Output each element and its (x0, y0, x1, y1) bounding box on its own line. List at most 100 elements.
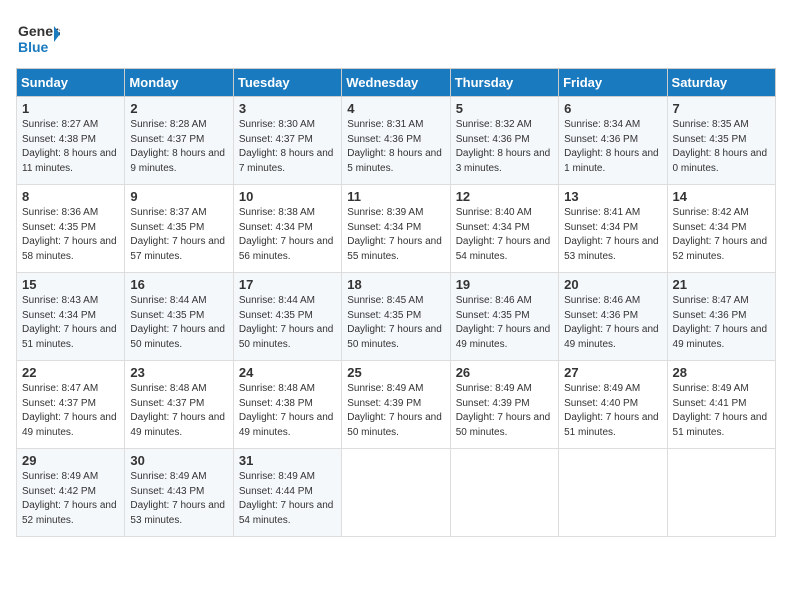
col-header-monday: Monday (125, 69, 233, 97)
cell-data: Sunrise: 8:44 AM Sunset: 4:35 PM Dayligh… (239, 294, 336, 352)
calendar-cell: 3 Sunrise: 8:30 AM Sunset: 4:37 PM Daylig… (233, 97, 341, 185)
cell-data: Sunrise: 8:30 AM Sunset: 4:37 PM Dayligh… (239, 118, 336, 176)
cell-data: Sunrise: 8:49 AM Sunset: 4:44 PM Dayligh… (239, 470, 336, 528)
calendar-cell: 1 Sunrise: 8:27 AM Sunset: 4:38 PM Daylig… (17, 97, 125, 185)
calendar-cell: 7 Sunrise: 8:35 AM Sunset: 4:35 PM Daylig… (667, 97, 775, 185)
cell-data: Sunrise: 8:37 AM Sunset: 4:35 PM Dayligh… (130, 206, 227, 264)
cell-data: Sunrise: 8:34 AM Sunset: 4:36 PM Dayligh… (564, 118, 661, 176)
col-header-thursday: Thursday (450, 69, 558, 97)
calendar-cell: 2 Sunrise: 8:28 AM Sunset: 4:37 PM Daylig… (125, 97, 233, 185)
col-header-tuesday: Tuesday (233, 69, 341, 97)
cell-data: Sunrise: 8:49 AM Sunset: 4:39 PM Dayligh… (456, 382, 553, 440)
cell-data: Sunrise: 8:45 AM Sunset: 4:35 PM Dayligh… (347, 294, 444, 352)
col-header-friday: Friday (559, 69, 667, 97)
cell-data: Sunrise: 8:43 AM Sunset: 4:34 PM Dayligh… (22, 294, 119, 352)
svg-text:Blue: Blue (18, 39, 49, 55)
day-number: 7 (673, 101, 770, 116)
cell-data: Sunrise: 8:46 AM Sunset: 4:36 PM Dayligh… (564, 294, 661, 352)
day-number: 16 (130, 277, 227, 292)
calendar-cell (342, 449, 450, 537)
day-number: 22 (22, 365, 119, 380)
cell-data: Sunrise: 8:28 AM Sunset: 4:37 PM Dayligh… (130, 118, 227, 176)
svg-text:General: General (18, 23, 60, 39)
day-number: 12 (456, 189, 553, 204)
cell-data: Sunrise: 8:41 AM Sunset: 4:34 PM Dayligh… (564, 206, 661, 264)
day-number: 4 (347, 101, 444, 116)
calendar-cell: 9 Sunrise: 8:37 AM Sunset: 4:35 PM Daylig… (125, 185, 233, 273)
logo: General Blue (16, 16, 60, 60)
day-number: 26 (456, 365, 553, 380)
cell-data: Sunrise: 8:48 AM Sunset: 4:37 PM Dayligh… (130, 382, 227, 440)
cell-data: Sunrise: 8:38 AM Sunset: 4:34 PM Dayligh… (239, 206, 336, 264)
day-number: 6 (564, 101, 661, 116)
calendar-cell: 20 Sunrise: 8:46 AM Sunset: 4:36 PM Dayli… (559, 273, 667, 361)
day-number: 28 (673, 365, 770, 380)
calendar-cell: 5 Sunrise: 8:32 AM Sunset: 4:36 PM Daylig… (450, 97, 558, 185)
calendar-cell: 21Sunrise: 8:47 AM Sunset: 4:36 PM Dayli… (667, 273, 775, 361)
day-number: 31 (239, 453, 336, 468)
cell-data: Sunrise: 8:35 AM Sunset: 4:35 PM Dayligh… (673, 118, 770, 176)
day-number: 3 (239, 101, 336, 116)
day-number: 10 (239, 189, 336, 204)
day-number: 15 (22, 277, 119, 292)
cell-data: Sunrise: 8:42 AM Sunset: 4:34 PM Dayligh… (673, 206, 770, 264)
day-number: 8 (22, 189, 119, 204)
cell-data: Sunrise: 8:49 AM Sunset: 4:40 PM Dayligh… (564, 382, 661, 440)
calendar-cell: 27 Sunrise: 8:49 AM Sunset: 4:40 PM Dayli… (559, 361, 667, 449)
day-number: 13 (564, 189, 661, 204)
col-header-saturday: Saturday (667, 69, 775, 97)
day-number: 5 (456, 101, 553, 116)
calendar-cell: 14 Sunrise: 8:42 AM Sunset: 4:34 PM Dayli… (667, 185, 775, 273)
calendar-cell: 26 Sunrise: 8:49 AM Sunset: 4:39 PM Dayli… (450, 361, 558, 449)
cell-data: Sunrise: 8:39 AM Sunset: 4:34 PM Dayligh… (347, 206, 444, 264)
page-header: General Blue (16, 16, 776, 60)
cell-data: Sunrise: 8:48 AM Sunset: 4:38 PM Dayligh… (239, 382, 336, 440)
calendar-cell: 6 Sunrise: 8:34 AM Sunset: 4:36 PM Daylig… (559, 97, 667, 185)
cell-data: Sunrise: 8:47 AM Sunset: 4:37 PM Dayligh… (22, 382, 119, 440)
col-header-sunday: Sunday (17, 69, 125, 97)
day-number: 25 (347, 365, 444, 380)
cell-data: Sunrise: 8:40 AM Sunset: 4:34 PM Dayligh… (456, 206, 553, 264)
calendar-cell: 17 Sunrise: 8:44 AM Sunset: 4:35 PM Dayli… (233, 273, 341, 361)
calendar-cell: 18 Sunrise: 8:45 AM Sunset: 4:35 PM Dayli… (342, 273, 450, 361)
calendar-cell: 24Sunrise: 8:48 AM Sunset: 4:38 PM Dayli… (233, 361, 341, 449)
cell-data: Sunrise: 8:36 AM Sunset: 4:35 PM Dayligh… (22, 206, 119, 264)
calendar-cell (559, 449, 667, 537)
day-number: 30 (130, 453, 227, 468)
calendar-table: SundayMondayTuesdayWednesdayThursdayFrid… (16, 68, 776, 537)
day-number: 1 (22, 101, 119, 116)
calendar-cell: 11 Sunrise: 8:39 AM Sunset: 4:34 PM Dayli… (342, 185, 450, 273)
calendar-cell: 22 Sunrise: 8:47 AM Sunset: 4:37 PM Dayli… (17, 361, 125, 449)
cell-data: Sunrise: 8:49 AM Sunset: 4:39 PM Dayligh… (347, 382, 444, 440)
calendar-cell (667, 449, 775, 537)
calendar-cell: 13 Sunrise: 8:41 AM Sunset: 4:34 PM Dayli… (559, 185, 667, 273)
cell-data: Sunrise: 8:49 AM Sunset: 4:42 PM Dayligh… (22, 470, 119, 528)
day-number: 17 (239, 277, 336, 292)
day-number: 2 (130, 101, 227, 116)
cell-data: Sunrise: 8:31 AM Sunset: 4:36 PM Dayligh… (347, 118, 444, 176)
calendar-cell: 31 Sunrise: 8:49 AM Sunset: 4:44 PM Dayli… (233, 449, 341, 537)
cell-data: Sunrise: 8:32 AM Sunset: 4:36 PM Dayligh… (456, 118, 553, 176)
calendar-cell: 10 Sunrise: 8:38 AM Sunset: 4:34 PM Dayli… (233, 185, 341, 273)
day-number: 27 (564, 365, 661, 380)
cell-data: Sunrise: 8:49 AM Sunset: 4:43 PM Dayligh… (130, 470, 227, 528)
cell-data: Sunrise: 8:27 AM Sunset: 4:38 PM Dayligh… (22, 118, 119, 176)
day-number: 20 (564, 277, 661, 292)
cell-data: Sunrise: 8:49 AM Sunset: 4:41 PM Dayligh… (673, 382, 770, 440)
calendar-cell: 19Sunrise: 8:46 AM Sunset: 4:35 PM Dayli… (450, 273, 558, 361)
calendar-cell (450, 449, 558, 537)
cell-data: Sunrise: 8:44 AM Sunset: 4:35 PM Dayligh… (130, 294, 227, 352)
cell-data: Sunrise: 8:47 AM Sunset: 4:36 PM Dayligh… (673, 294, 770, 352)
calendar-cell: 25 Sunrise: 8:49 AM Sunset: 4:39 PM Dayli… (342, 361, 450, 449)
day-number: 14 (673, 189, 770, 204)
calendar-cell: 12 Sunrise: 8:40 AM Sunset: 4:34 PM Dayli… (450, 185, 558, 273)
day-number: 11 (347, 189, 444, 204)
logo-icon: General Blue (16, 16, 60, 60)
calendar-cell: 4 Sunrise: 8:31 AM Sunset: 4:36 PM Daylig… (342, 97, 450, 185)
calendar-cell: 28 Sunrise: 8:49 AM Sunset: 4:41 PM Dayli… (667, 361, 775, 449)
day-number: 9 (130, 189, 227, 204)
day-number: 23 (130, 365, 227, 380)
calendar-cell: 23 Sunrise: 8:48 AM Sunset: 4:37 PM Dayli… (125, 361, 233, 449)
day-number: 29 (22, 453, 119, 468)
day-number: 18 (347, 277, 444, 292)
